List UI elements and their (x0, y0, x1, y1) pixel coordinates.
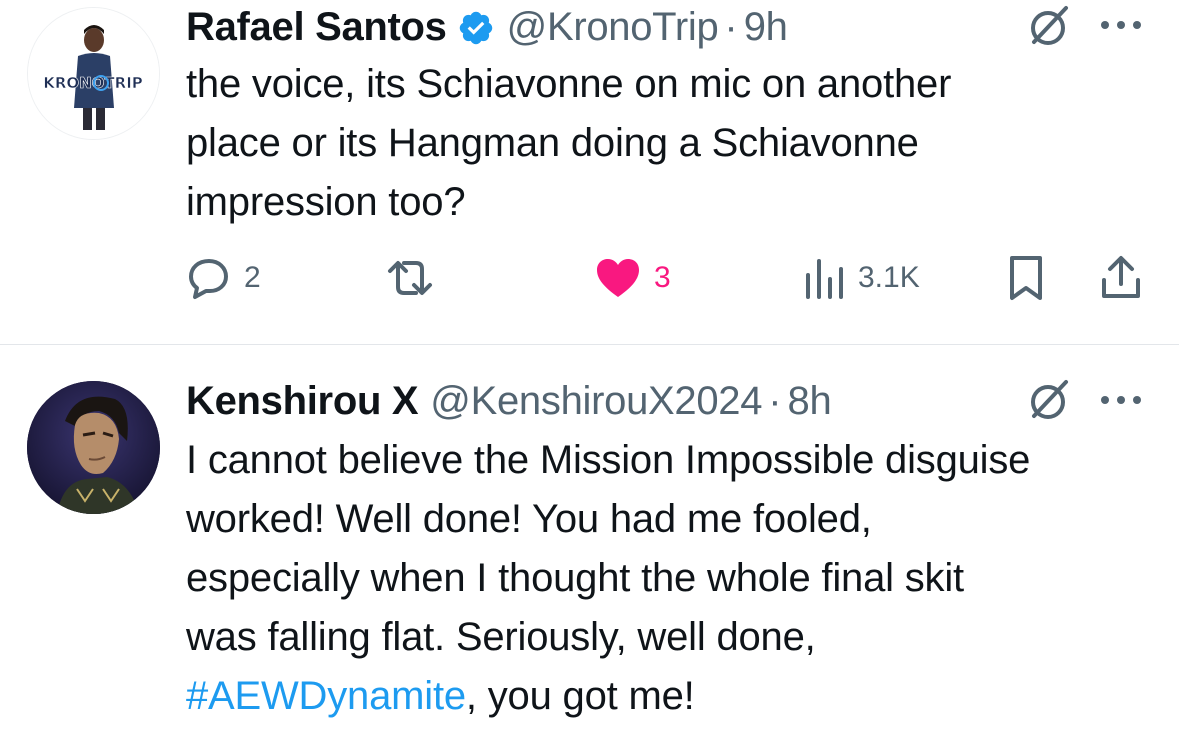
reply-button[interactable]: 2 (186, 250, 261, 306)
separator-dot: · (768, 379, 782, 423)
reply-count: 2 (244, 261, 261, 294)
tweet-header: Kenshirou X @KenshirouX2024 · 8h (186, 375, 832, 427)
display-name[interactable]: Rafael Santos (186, 1, 447, 53)
more-dots-icon[interactable] (1098, 17, 1144, 33)
tweet-text: the voice, its Schiavonne on mic on anot… (186, 55, 1166, 232)
bookmark-button[interactable] (1006, 250, 1046, 306)
tweet-text-line: the voice, its Schiavonne on mic on anot… (186, 62, 952, 106)
timestamp[interactable]: 9h (744, 1, 788, 53)
avatar[interactable]: KRONOTRIP (27, 7, 160, 140)
tweet-actions: 2 3 3.1K (0, 250, 1179, 306)
hashtag-link[interactable]: #AEWDynamite (186, 674, 466, 718)
verified-badge-icon (457, 8, 495, 46)
user-handle[interactable]: @KronoTrip (507, 1, 719, 53)
avatar-image (27, 381, 160, 514)
tweet-text: I cannot believe the Mission Impossible … (186, 431, 1166, 726)
avatar-image: KRONOTRIP (28, 8, 159, 139)
grok-icon[interactable] (1028, 4, 1072, 48)
user-handle[interactable]: @KenshirouX2024 (430, 375, 762, 427)
tweet-kenshirou-x[interactable]: Kenshirou X @KenshirouX2024 · 8h I canno… (0, 345, 1179, 734)
share-button[interactable] (1098, 250, 1144, 306)
tweet-text-line: impression too? (186, 180, 466, 224)
separator-dot: · (724, 5, 738, 49)
tweet-text-line: place or its Hangman doing a Schiavonne (186, 121, 919, 165)
tweet-text-line: worked! Well done! You had me fooled, (186, 497, 872, 541)
share-icon (1102, 256, 1140, 298)
heart-icon (597, 259, 639, 297)
tweet-header: Rafael Santos @KronoTrip · 9h (186, 1, 788, 53)
avatar[interactable] (27, 381, 160, 514)
grok-icon[interactable] (1028, 378, 1072, 422)
views-chart-icon (806, 259, 843, 299)
tweet-text-tail: , you got me! (465, 674, 695, 718)
more-dots-icon[interactable] (1098, 392, 1144, 408)
reply-icon (189, 259, 228, 299)
timestamp[interactable]: 8h (788, 375, 832, 427)
tweet-text-line: especially when I thought the whole fina… (186, 556, 964, 600)
bookmark-icon (1010, 256, 1042, 300)
like-count: 3 (654, 261, 671, 294)
tweet-text-line: was falling flat. Seriously, well done, (186, 615, 816, 659)
tweet-rafael-santos[interactable]: KRONOTRIP Rafael Santos @KronoTrip · 9h … (0, 0, 1179, 344)
views-button[interactable]: 3.1K (802, 250, 920, 306)
views-count: 3.1K (858, 261, 920, 294)
repost-icon (388, 261, 432, 295)
tweet-text-line: I cannot believe the Mission Impossible … (186, 438, 1031, 482)
like-button[interactable]: 3 (594, 250, 671, 306)
tweet-text-line-last: #AEWDynamite, you got me! (186, 667, 1166, 726)
repost-button[interactable] (384, 250, 448, 306)
display-name[interactable]: Kenshirou X (186, 375, 419, 427)
